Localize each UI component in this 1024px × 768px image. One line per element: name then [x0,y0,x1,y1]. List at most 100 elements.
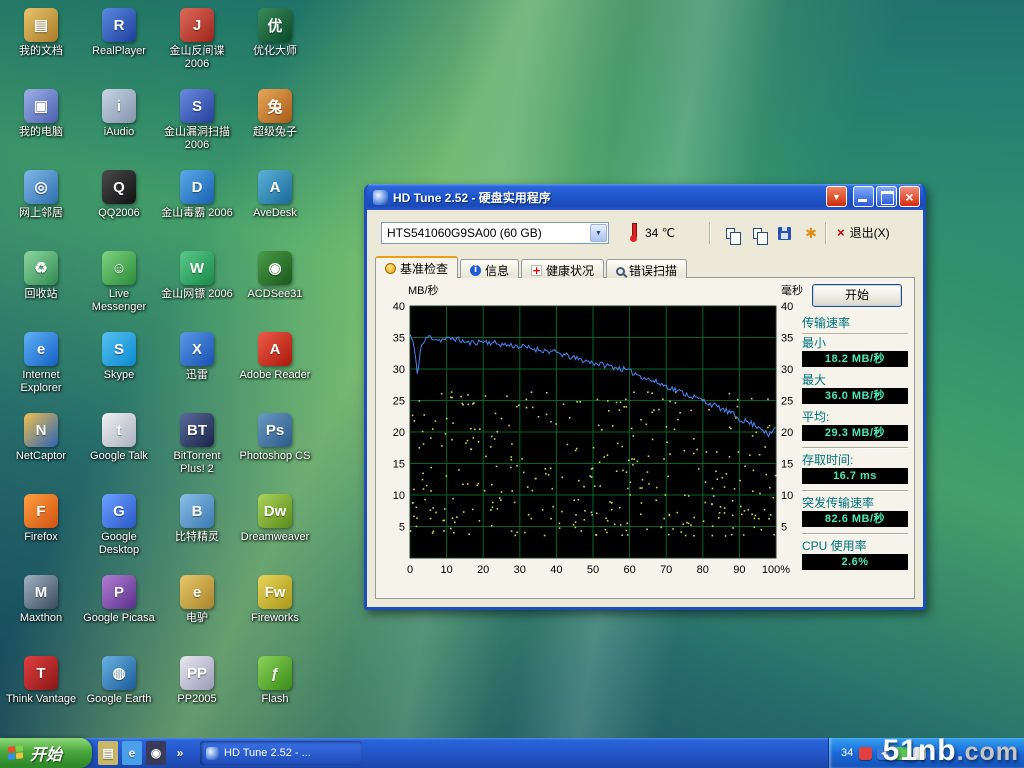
desktop-icon[interactable]: MMaxthon [4,575,78,625]
window-titlebar[interactable]: HD Tune 2.52 - 硬盘实用程序 ▼ × [367,184,923,210]
svg-text:40: 40 [393,301,405,313]
desktop-icon[interactable]: eInternet Explorer [4,332,78,395]
desktop-icon-label: AveDesk [238,207,312,220]
desktop-icon[interactable]: ☺Live Messenger [82,251,156,314]
desktop-icon[interactable]: W金山网镖 2006 [160,251,234,301]
desktop-icon-label: iAudio [82,126,156,139]
desktop-icon[interactable]: X迅雷 [160,332,234,382]
benchmark-tab-page: 5510101515202025253030353540400102030405… [375,277,915,599]
svg-text:35: 35 [781,333,793,345]
task-label: HD Tune 2.52 - ... [224,747,311,759]
options-button[interactable]: ✱ [800,222,822,244]
antivirus-tray-icon[interactable] [859,747,872,760]
desktop-icon[interactable]: PGoogle Picasa [82,575,156,625]
exit-button[interactable]: × 退出(X) [837,224,890,241]
svg-text:15: 15 [781,459,793,471]
kingsoft-antivirus-icon: D [180,170,214,204]
close-button[interactable]: × [899,186,920,207]
svg-text:100%: 100% [762,564,790,576]
desktop-icon-label: 网上邻居 [4,207,78,220]
media-player-icon[interactable]: ◉ [146,741,166,765]
desktop-icon[interactable]: ◉ACDSee31 [238,251,312,301]
save-screenshot-button[interactable] [773,222,795,244]
minimize-to-tray-button[interactable]: ▼ [826,186,847,207]
desktop-icon-label: 金山漏洞扫描 2006 [160,126,234,152]
desktop-icon-label: Dreamweaver [238,531,312,544]
desktop-icon[interactable]: GGoogle Desktop [82,494,156,557]
desktop-icon[interactable]: S金山漏洞扫描 2006 [160,89,234,152]
svg-text:10: 10 [393,490,405,502]
minimize-button[interactable] [853,186,874,207]
tab-label: 基准检查 [400,262,448,276]
documents-icon: ▤ [24,8,58,42]
desktop-icon[interactable]: 优优化大师 [238,8,312,58]
chevron-down-icon[interactable]: ▼ [590,224,607,242]
desktop-icon-label: 电驴 [160,612,234,625]
desktop-icon-label: 比特精灵 [160,531,234,544]
window-body: HTS541060G9SA00 (60 GB) ▼ 34 ℃ ✱ × 退出(X)… [367,210,923,607]
desktop-icon[interactable]: RRealPlayer [82,8,156,58]
copy-image-button[interactable] [746,222,768,244]
desktop-icon[interactable]: 兔超级兔子 [238,89,312,139]
tab-错误扫描[interactable]: 错误扫描 [606,259,687,278]
drive-select[interactable]: HTS541060G9SA00 (60 GB) ▼ [381,222,609,244]
pp2005-icon: PP [180,656,214,690]
desktop-icon[interactable]: NNetCaptor [4,413,78,463]
desktop-icon[interactable]: BTBitTorrent Plus! 2 [160,413,234,476]
flash-icon: ƒ [258,656,292,690]
svg-text:40: 40 [781,301,793,313]
info-icon [470,265,481,276]
overflow-chevron[interactable]: » [170,741,190,765]
desktop-icon-label: Adobe Reader [238,369,312,382]
desktop-icon[interactable]: D金山毒霸 2006 [160,170,234,220]
stat-label: 存取时间: [802,453,908,467]
stat-label: 最小 [802,336,908,350]
taskbar-task-hdtune[interactable]: HD Tune 2.52 - ... [200,741,362,765]
svg-text:20: 20 [781,427,793,439]
watermark: 51nb.com [883,734,1019,768]
tab-信息[interactable]: 信息 [460,259,519,278]
svg-text:10: 10 [440,564,452,576]
show-desktop-icon[interactable]: ▤ [98,741,118,765]
svg-text:10: 10 [781,490,793,502]
desktop-icon[interactable]: ♻回收站 [4,251,78,301]
desktop-icon[interactable]: ◍Google Earth [82,656,156,706]
thunder-icon: X [180,332,214,366]
desktop-icon[interactable]: FFirefox [4,494,78,544]
desktop-icon[interactable]: tGoogle Talk [82,413,156,463]
desktop-icon[interactable]: ◎网上邻居 [4,170,78,220]
desktop-icon[interactable]: AAdobe Reader [238,332,312,382]
copy-icon [726,228,735,239]
desktop-icon[interactable]: B比特精灵 [160,494,234,544]
desktop-icon[interactable]: PsPhotoshop CS [238,413,312,463]
svg-text:0: 0 [407,564,413,576]
dreamweaver-icon: Dw [258,494,292,528]
stat-value: 36.0 MB/秒 [802,388,908,404]
browser-icon[interactable]: e [122,741,142,765]
tab-基准检查[interactable]: 基准检查 [375,256,458,278]
windows-flag-icon [8,745,24,762]
copy-text-button[interactable] [719,222,741,244]
desktop-icon[interactable]: e电驴 [160,575,234,625]
desktop-icon[interactable]: ▣我的电脑 [4,89,78,139]
tab-健康状况[interactable]: 健康状况 [521,259,604,278]
desktop-icon-label: 金山反间谍 2006 [160,45,234,71]
desktop-icon[interactable]: FwFireworks [238,575,312,625]
desktop-icon[interactable]: QQQ2006 [82,170,156,220]
desktop-icon[interactable]: AAveDesk [238,170,312,220]
start-button[interactable]: 开始 [0,738,92,768]
desktop-icon[interactable]: SSkype [82,332,156,382]
stat-label: CPU 使用率 [802,539,908,553]
desktop-icon[interactable]: PPPP2005 [160,656,234,706]
maximize-button[interactable] [876,186,897,207]
desktop-icon[interactable]: TThink Vantage [4,656,78,706]
thinkvantage-icon: T [24,656,58,690]
desktop-icon[interactable]: ▤我的文档 [4,8,78,58]
desktop-icon[interactable]: iiAudio [82,89,156,139]
desktop-icon[interactable]: Dw Dreamweaver [238,494,312,544]
desktop-icon[interactable]: J金山反间谍 2006 [160,8,234,71]
desktop-icon[interactable]: ƒFlash [238,656,312,706]
transfer-rate-header: 传输速率 [802,314,908,334]
stats-divider [802,490,908,492]
taskbar: 开始 ▤e◉» HD Tune 2.52 - ... 34 ◄ [0,738,1024,768]
